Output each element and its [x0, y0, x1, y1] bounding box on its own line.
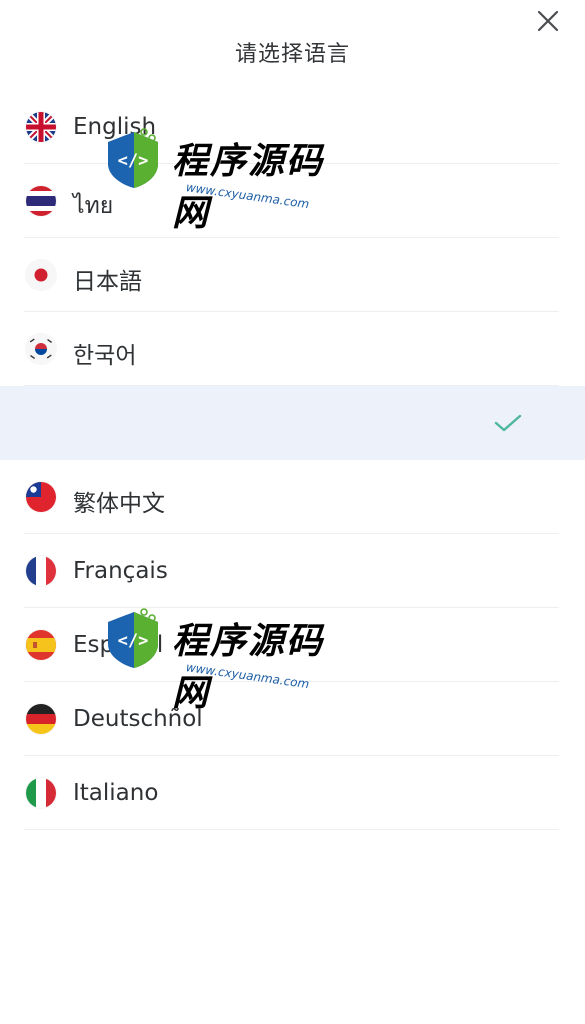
uk-flag-icon [26, 112, 56, 142]
checkmark-icon [493, 412, 523, 434]
germany-flag-icon [26, 704, 56, 734]
spain-flag-icon [26, 630, 56, 660]
language-item-traditional-chinese[interactable]: 繁体中文 [0, 460, 585, 534]
language-item-english[interactable]: English [0, 90, 585, 164]
language-label: Français [73, 558, 168, 584]
language-label: English [73, 114, 157, 140]
france-flag-icon [26, 556, 56, 586]
language-item-spanish[interactable]: Español [0, 608, 585, 682]
language-item-selected[interactable] [0, 386, 585, 460]
language-item-french[interactable]: Français [0, 534, 585, 608]
language-label: Deutschñol [73, 706, 203, 732]
language-label: 繁体中文 [73, 491, 165, 517]
close-icon [537, 10, 559, 32]
language-item-german[interactable]: Deutschñol [0, 682, 585, 756]
language-label: ไทย [73, 193, 114, 219]
language-label: 한국어 [73, 343, 137, 369]
page-title: 请选择语言 [234, 42, 350, 67]
language-label: 日本語 [73, 269, 142, 295]
taiwan-flag-icon [26, 482, 56, 512]
language-label: Español [73, 632, 164, 658]
language-picker-screen: 请选择语言 English ไทย 日本語 한국어 繁体中文 Français … [0, 0, 585, 1024]
language-item-korean[interactable]: 한국어 [0, 312, 585, 386]
thailand-flag-icon [26, 186, 56, 216]
language-list: English ไทย 日本語 한국어 繁体中文 Français Españo… [0, 90, 585, 830]
header: 请选择语言 [0, 0, 585, 90]
language-item-italian[interactable]: Italiano [0, 756, 585, 830]
italy-flag-icon [26, 778, 56, 808]
japan-flag-icon [26, 260, 56, 290]
korea-flag-icon [26, 334, 56, 364]
language-item-japanese[interactable]: 日本語 [0, 238, 585, 312]
close-button[interactable] [533, 6, 563, 36]
language-item-thai[interactable]: ไทย [0, 164, 585, 238]
language-label: Italiano [73, 780, 159, 806]
